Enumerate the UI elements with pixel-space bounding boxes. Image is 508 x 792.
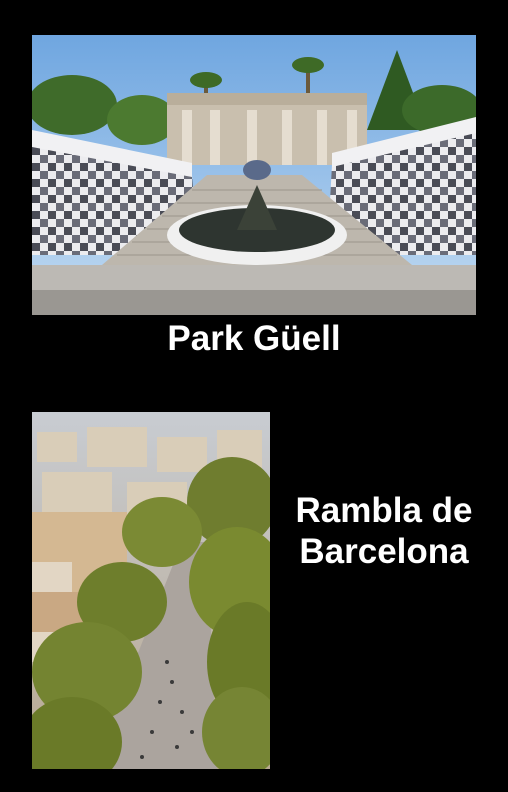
rambla-caption: Rambla de Barcelona: [275, 490, 493, 573]
park-guell-illustration: [32, 35, 476, 315]
park-guell-caption: Park Güell: [167, 319, 341, 358]
rambla-photo: [32, 412, 270, 769]
park-guell-photo: [32, 35, 476, 315]
rambla-caption-line1: Rambla de: [295, 491, 473, 530]
rambla-caption-line2: Barcelona: [299, 532, 469, 572]
rambla-illustration: [32, 412, 270, 769]
